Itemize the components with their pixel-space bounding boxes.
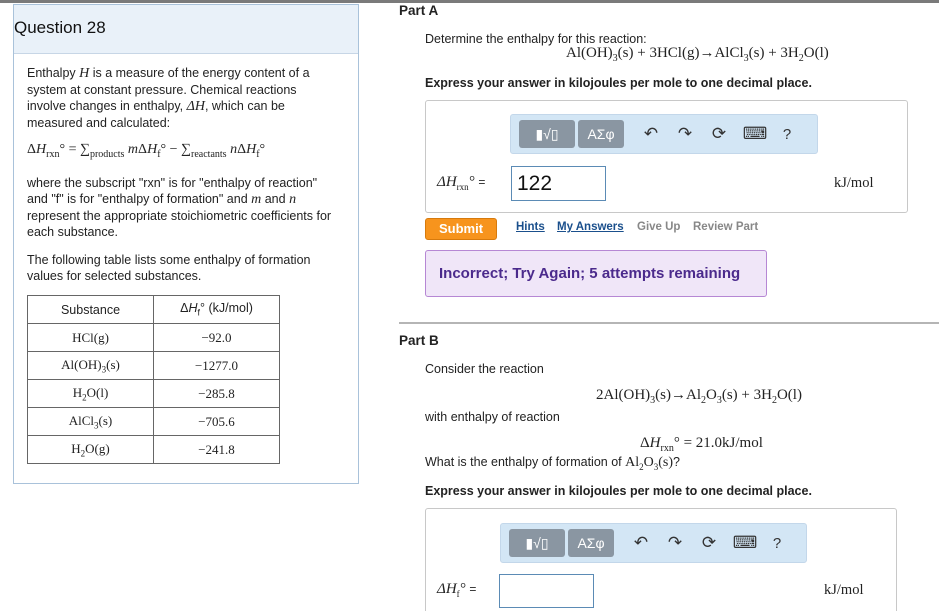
sidebar-header: Question 28	[14, 5, 358, 54]
hints-link[interactable]: Hints	[516, 221, 545, 233]
undo-icon[interactable]: ↶	[638, 124, 664, 144]
submit-button[interactable]: Submit	[425, 218, 497, 240]
template-button[interactable]: ▮√▯	[519, 120, 575, 148]
cell-substance: Al(OH)3(s)	[27, 351, 154, 380]
part-a-instructions: Express your answer in kilojoules per mo…	[425, 76, 812, 90]
table-intro: The following table lists some enthalpy …	[27, 253, 311, 283]
symbols-button[interactable]: ΑΣφ	[568, 529, 614, 557]
question-sidebar: Question 28 Enthalpy H is a measure of t…	[13, 4, 359, 484]
table-row: Al(OH)3(s) −1277.0	[27, 351, 280, 380]
part-a-title: Part A	[399, 3, 439, 18]
table-row: H2O(l) −285.8	[27, 379, 280, 408]
table-header-row: Substance ΔHf° (kJ/mol)	[27, 295, 280, 324]
symbols-button[interactable]: ΑΣφ	[578, 120, 624, 148]
feedback-message: Incorrect; Try Again; 5 attempts remaini…	[425, 250, 767, 297]
part-b-reaction: 2Al(OH)3(s)→Al2O3(s) + 3H2O(l)	[596, 387, 802, 406]
table-row: HCl(g) −92.0	[27, 323, 280, 352]
part-b-title: Part B	[399, 333, 439, 348]
cell-value: −705.6	[153, 407, 280, 436]
part-a-math-toolbar: ▮√▯ ΑΣφ ↶ ↷ ⟳ ⌨ ?	[510, 114, 818, 154]
give-up-link[interactable]: Give Up	[637, 221, 680, 233]
reset-icon[interactable]: ⟳	[696, 533, 722, 553]
question-title: Question 28	[14, 18, 106, 37]
part-b-enthalpy-value: ΔHrxn° = 21.0kJ/mol	[640, 435, 763, 454]
part-a-reaction: Al(OH)3(s) + 3HCl(g)→AlCl3(s) + 3H2O(l)	[566, 45, 829, 64]
part-divider	[399, 322, 939, 324]
part-a-prompt: Determine the enthalpy for this reaction…	[425, 32, 647, 46]
keyboard-icon[interactable]: ⌨	[742, 124, 768, 144]
part-b-instructions: Express your answer in kilojoules per mo…	[425, 484, 812, 498]
review-part-link[interactable]: Review Part	[693, 221, 758, 233]
my-answers-link[interactable]: My Answers	[557, 221, 624, 233]
part-b-math-toolbar: ▮√▯ ΑΣφ ↶ ↷ ⟳ ⌨ ?	[500, 523, 807, 563]
redo-icon[interactable]: ↷	[672, 124, 698, 144]
part-a-unit: kJ/mol	[834, 175, 874, 191]
cell-substance: H2O(l)	[27, 379, 154, 408]
table-row: H2O(g) −241.8	[27, 435, 280, 464]
part-b-consider: Consider the reaction	[425, 362, 544, 376]
part-b-unit: kJ/mol	[824, 582, 864, 598]
redo-icon[interactable]: ↷	[662, 533, 688, 553]
cell-value: −92.0	[153, 323, 280, 352]
part-a-answer-input[interactable]: 122	[511, 166, 606, 201]
reset-icon[interactable]: ⟳	[706, 124, 732, 144]
top-border	[0, 0, 939, 3]
header-substance: Substance	[27, 295, 154, 324]
part-a-answer-label: ΔHrxn° =	[437, 174, 486, 192]
cell-substance: HCl(g)	[27, 323, 154, 352]
help-icon[interactable]: ?	[764, 535, 790, 552]
header-enthalpy: ΔHf° (kJ/mol)	[153, 295, 280, 324]
part-b-answer-input[interactable]	[499, 574, 594, 608]
cell-substance: H2O(g)	[27, 435, 154, 464]
part-b-answer-label: ΔHf° =	[437, 581, 477, 599]
part-b-with-enthalpy: with enthalpy of reaction	[425, 410, 560, 424]
help-icon[interactable]: ?	[774, 126, 800, 143]
cell-value: −285.8	[153, 379, 280, 408]
undo-icon[interactable]: ↶	[628, 533, 654, 553]
cell-value: −1277.0	[153, 351, 280, 380]
cell-value: −241.8	[153, 435, 280, 464]
part-b-question: What is the enthalpy of formation of Al2…	[425, 455, 680, 472]
subscript-explanation: where the subscript "rxn" is for "enthal…	[27, 176, 332, 239]
enthalpy-table: Substance ΔHf° (kJ/mol) HCl(g) −92.0 Al(…	[27, 295, 280, 464]
template-button[interactable]: ▮√▯	[509, 529, 565, 557]
intro-text: Enthalpy H is a measure of the energy co…	[27, 66, 310, 130]
keyboard-icon[interactable]: ⌨	[732, 533, 758, 553]
cell-substance: AlCl3(s)	[27, 407, 154, 436]
table-row: AlCl3(s) −705.6	[27, 407, 280, 436]
enthalpy-formula: ΔHrxn° = ∑products mΔHf° − ∑reactants nΔ…	[27, 142, 266, 160]
